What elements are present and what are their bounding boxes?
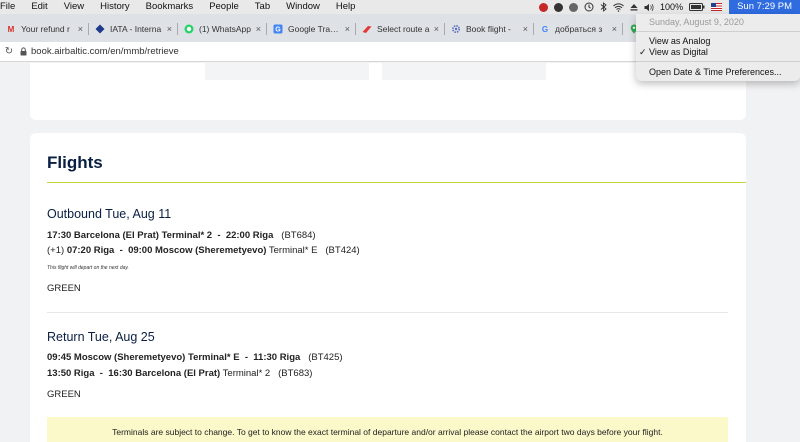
tab-book-flight[interactable]: Book flight - ×	[445, 16, 534, 42]
tab-label: Book flight -	[466, 24, 511, 34]
eject-icon[interactable]	[630, 3, 638, 11]
menu-bar: File Edit View History Bookmarks People …	[0, 0, 800, 14]
next-day-prefix: (+1)	[47, 245, 67, 256]
page-content: Flights Outbound Tue, Aug 11 17:30 Barce…	[0, 63, 800, 442]
tab-close-icon[interactable]: ×	[612, 24, 617, 34]
app-status-icon[interactable]	[539, 2, 549, 12]
menu-people[interactable]: People	[201, 0, 247, 14]
svg-text:G: G	[275, 27, 281, 34]
battery-percent[interactable]: 100%	[660, 2, 683, 12]
flight-code: (BT425)	[308, 352, 343, 363]
tab-close-icon[interactable]: ×	[345, 24, 350, 34]
leg-separator: -	[239, 352, 254, 363]
tab-label: Select route a	[377, 24, 430, 34]
bluetooth-icon[interactable]	[600, 2, 607, 12]
tab-close-icon[interactable]: ×	[256, 24, 261, 34]
next-day-note: This flight will depart on the next day.	[47, 265, 129, 271]
leg-arrival: 22:00 Riga	[225, 230, 274, 241]
section-divider	[47, 312, 728, 313]
leg-departure: 17:30 Barcelona (El Prat) Terminal* 2	[47, 230, 213, 241]
return-leg-1: 09:45 Moscow (Sheremetyevo) Terminal* E …	[47, 352, 343, 363]
time-machine-icon[interactable]	[584, 2, 594, 12]
leg-departure: 13:50 Riga	[47, 368, 95, 379]
tab-label: добраться з	[555, 24, 603, 34]
google-icon: G	[541, 24, 549, 34]
return-fare-class: GREEN	[47, 389, 81, 400]
tab-google-search[interactable]: G добраться з ×	[534, 16, 623, 42]
leg-arrival: 11:30 Riga	[253, 352, 301, 363]
summary-field-placeholder	[205, 63, 369, 80]
tab-label: Your refund r	[21, 24, 70, 34]
pause-status-icon[interactable]	[569, 2, 579, 12]
menu-edit[interactable]: Edit	[23, 0, 55, 14]
terminal-notice: Terminals are subject to change. To get …	[47, 417, 728, 442]
tab-google-translate[interactable]: G Google Transl ×	[267, 16, 356, 42]
tab-close-icon[interactable]: ×	[523, 24, 528, 34]
wifi-icon[interactable]	[613, 2, 624, 12]
leg-separator: -	[212, 230, 226, 241]
tab-close-icon[interactable]: ×	[78, 24, 83, 34]
iata-icon	[95, 24, 105, 34]
gmail-icon: M	[7, 24, 15, 34]
leg-departure: 09:45 Moscow (Sheremetyevo) Terminal* E	[47, 352, 240, 363]
shield-status-icon[interactable]	[554, 2, 564, 12]
menu-file[interactable]: File	[0, 0, 23, 14]
tab-close-icon[interactable]: ×	[167, 24, 172, 34]
leg-separator: -	[114, 245, 129, 256]
title-divider	[47, 182, 746, 183]
leg-terminal: Terminal* E	[266, 245, 318, 256]
input-source-flag-icon[interactable]	[711, 3, 723, 11]
lock-icon[interactable]	[18, 47, 28, 56]
tab-label: Google Transl	[288, 24, 341, 34]
tab-whatsapp[interactable]: (1) WhatsApp ×	[178, 16, 267, 42]
outbound-leg-2: (+1) 07:20 Riga - 09:00 Moscow (Sheremet…	[47, 245, 360, 256]
leg-terminal: Terminal* 2	[220, 368, 271, 379]
battery-icon[interactable]	[689, 3, 705, 11]
whatsapp-icon	[184, 24, 194, 34]
menu-bookmarks[interactable]: Bookmarks	[138, 0, 202, 14]
return-leg-2: 13:50 Riga - 16:30 Barcelona (El Prat) T…	[47, 368, 312, 379]
view-as-digital-item[interactable]: View as Digital	[649, 47, 708, 57]
menu-view[interactable]: View	[56, 0, 92, 14]
summary-field-placeholder	[382, 63, 546, 80]
outbound-leg-1: 17:30 Barcelona (El Prat) Terminal* 2 - …	[47, 230, 316, 241]
leg-arrival: 09:00 Moscow (Sheremetyevo)	[128, 245, 267, 256]
volume-icon[interactable]	[644, 3, 654, 12]
date-time-preferences-item[interactable]: Open Date & Time Preferences...	[649, 67, 782, 77]
tab-label: (1) WhatsApp	[199, 24, 251, 34]
menu-window[interactable]: Window	[278, 0, 328, 14]
return-heading: Return Tue, Aug 25	[47, 330, 155, 344]
leg-separator: -	[94, 368, 109, 379]
leg-arrival: 16:30 Barcelona (El Prat)	[108, 368, 221, 379]
page-title: Flights	[47, 153, 103, 172]
reload-icon[interactable]: ↻	[0, 46, 18, 57]
menu-help[interactable]: Help	[328, 0, 364, 14]
outbound-heading: Outbound Tue, Aug 11	[47, 207, 172, 221]
current-date-label: Sunday, August 9, 2020	[649, 17, 744, 27]
tab-iata[interactable]: IATA - Interna ×	[89, 16, 178, 42]
checkmark-icon: ✓	[639, 47, 647, 57]
translate-icon: G	[273, 24, 283, 34]
clock-dropdown-menu: Sunday, August 9, 2020 View as Analog ✓ …	[636, 14, 800, 81]
menu-history[interactable]: History	[92, 0, 138, 14]
outbound-fare-class: GREEN	[47, 283, 81, 294]
menu-separator	[636, 61, 800, 62]
address-bar-url[interactable]: book.airbaltic.com/en/mmb/retrieve	[31, 46, 179, 57]
flight-code: (BT684)	[281, 230, 316, 241]
tab-label: IATA - Interna	[110, 24, 162, 34]
tab-gmail[interactable]: M Your refund r ×	[0, 16, 89, 42]
menu-tab[interactable]: Tab	[247, 0, 278, 14]
view-as-analog-item[interactable]: View as Analog	[649, 36, 710, 46]
tab-close-icon[interactable]: ×	[434, 24, 439, 34]
gear-icon	[451, 24, 461, 34]
menubar-clock[interactable]: Sun 7:29 PM	[729, 0, 800, 14]
airline-icon	[362, 24, 372, 34]
status-area: 100% Sun 7:29 PM	[536, 0, 800, 14]
menu-separator	[636, 31, 800, 32]
flights-card: Flights Outbound Tue, Aug 11 17:30 Barce…	[30, 133, 746, 442]
flight-code: (BT424)	[325, 245, 360, 256]
flight-code: (BT683)	[278, 368, 313, 379]
tab-select-route[interactable]: Select route a ×	[356, 16, 445, 42]
leg-departure: 07:20 Riga	[66, 245, 115, 256]
